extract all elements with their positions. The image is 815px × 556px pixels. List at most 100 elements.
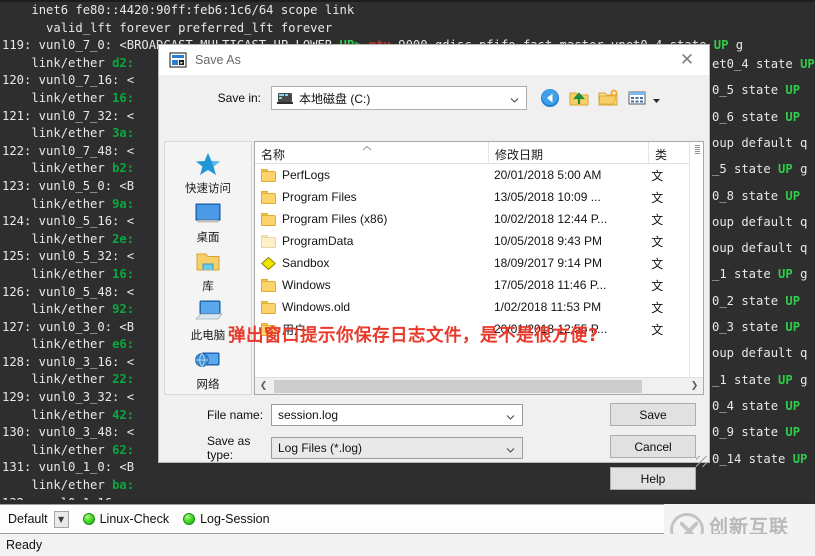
dialog-toolbar	[539, 87, 661, 109]
sandbox-folder-icon	[261, 256, 276, 270]
status-bar: Ready	[0, 534, 815, 556]
column-header-date[interactable]: 修改日期	[489, 142, 649, 163]
file-name-cell: Program Files	[255, 190, 488, 204]
file-date-cell: 18/09/2017 9:14 PM	[493, 256, 603, 270]
chevron-down-icon[interactable]	[506, 444, 515, 453]
chevron-down-icon[interactable]	[506, 411, 515, 420]
scrollbar-track[interactable]	[272, 378, 686, 395]
file-list[interactable]: PerfLogs 20/01/2018 5:00 AM 文 Program Files…	[255, 164, 703, 375]
file-date-cell: 17/05/2018 11:46 P...	[493, 278, 607, 292]
save-in-combobox[interactable]: 本地磁盘 (C:)	[271, 86, 527, 110]
cancel-button[interactable]: Cancel	[610, 435, 696, 458]
dialog-titlebar[interactable]: Save As ✕	[159, 45, 709, 75]
file-list-row[interactable]: Sandbox 18/09/2017 9:14 PM 文	[255, 252, 703, 274]
terminal-line-fragment: oup default q	[712, 346, 808, 361]
profile-selector[interactable]: Default ▼	[8, 510, 69, 528]
file-name-input[interactable]: session.log	[271, 404, 523, 426]
place-library[interactable]: 库	[166, 246, 250, 295]
save-as-window-icon	[169, 51, 187, 68]
file-list-row[interactable]: Windows 17/05/2018 11:46 P... 文	[255, 274, 703, 296]
dialog-title: Save As	[195, 52, 241, 67]
file-list-row[interactable]: Windows.old 1/02/2018 11:53 PM 文	[255, 296, 703, 318]
file-list-panel: 名称 修改日期 类 PerfLogs 20/01/2018 5:00 AM 文 Pro…	[254, 141, 704, 395]
save-button[interactable]: Save	[610, 403, 696, 426]
resize-grip-icon[interactable]	[696, 456, 707, 467]
status-led-icon	[183, 513, 196, 525]
folder-icon	[261, 190, 276, 204]
scroll-left-icon[interactable]: ❮	[255, 378, 272, 395]
network-globe-icon	[192, 346, 224, 375]
chevron-down-icon[interactable]: ▼	[53, 510, 69, 528]
terminal-line: inet6 fe80::4420:90ff:feb6:1c6/64 scope …	[31, 3, 355, 17]
new-folder-icon[interactable]	[597, 87, 619, 109]
terminal-line-fragment: 0_14 state UP	[712, 451, 808, 466]
folder-icon	[261, 212, 276, 226]
grip-dots-icon	[695, 145, 700, 155]
file-name-cell: Sandbox	[255, 256, 488, 270]
button-label: Log-Session	[200, 512, 270, 526]
terminal-line-fragment: 0_8 state UP	[712, 188, 801, 203]
place-label: 快速访问	[185, 182, 231, 195]
place-quick-access[interactable]: 快速访问	[166, 148, 250, 197]
horizontal-scrollbar[interactable]: ❮ ❯	[255, 377, 703, 394]
terminal-line-fragment: 0_6 state UP	[712, 109, 801, 124]
up-folder-icon[interactable]	[568, 87, 590, 109]
file-list-row[interactable]: Program Files (x86) 10/02/2018 12:44 P...…	[255, 208, 703, 230]
button-log-session[interactable]: Log-Session	[183, 512, 270, 526]
save-as-type-label: Save as type:	[207, 434, 251, 462]
scroll-right-icon[interactable]: ❯	[686, 378, 703, 395]
status-text: Ready	[6, 538, 43, 552]
sort-ascending-icon	[362, 144, 372, 151]
dialog-body: Save in: 本地磁盘 (C:) 快速访问 桌面 库 此电脑 网络 名称 修…	[159, 81, 709, 490]
folder-icon	[261, 322, 276, 336]
save-as-type-select[interactable]: Log Files (*.log)	[271, 437, 523, 459]
back-arrow-icon[interactable]	[539, 87, 561, 109]
folder-icon	[261, 168, 276, 182]
terminal-line-fragment: et0_4 state UP g	[712, 57, 815, 71]
hard-drive-icon	[277, 91, 294, 105]
place-label: 网络	[196, 378, 220, 391]
place-label: 桌面	[196, 231, 220, 244]
file-name-label: File name:	[207, 408, 264, 422]
help-button[interactable]: Help	[610, 467, 696, 490]
terminal-line-fragment: oup default q	[712, 135, 808, 150]
file-name-text: PerfLogs	[282, 168, 331, 182]
views-chevron-down-icon[interactable]	[652, 94, 661, 103]
terminal-line: valid_lft forever preferred_lft forever	[46, 20, 333, 35]
quick-access-star-icon	[192, 150, 224, 179]
chevron-down-icon	[510, 94, 519, 103]
file-name-text: 用户	[282, 322, 307, 337]
file-name-text: Windows	[282, 278, 331, 292]
this-pc-icon	[192, 297, 224, 326]
file-name-text: Program Files	[282, 190, 357, 204]
place-desktop[interactable]: 桌面	[166, 197, 250, 246]
screen-root: inet6 fe80::4420:90ff:feb6:1c6/64 scope …	[0, 0, 815, 556]
file-name-value: session.log	[278, 408, 339, 422]
terminal-line-fragment: 0_3 state UP	[712, 320, 801, 334]
terminal-line-fragment: oup default q	[712, 214, 808, 229]
file-date-cell: 20/01/2018 12:55 P...	[493, 322, 608, 336]
place-this-pc[interactable]: 此电脑	[166, 295, 250, 344]
file-list-row[interactable]: 用户 20/01/2018 12:55 P... 文	[255, 318, 703, 340]
save-in-row: Save in: 本地磁盘 (C:)	[159, 81, 709, 115]
dialog-form: File name: session.log Save as type: Log…	[159, 403, 709, 490]
file-name-text: Program Files (x86)	[282, 212, 388, 226]
file-list-row[interactable]: PerfLogs 20/01/2018 5:00 AM 文	[255, 164, 703, 186]
close-icon[interactable]: ✕	[665, 45, 709, 75]
file-list-row[interactable]: Program Files 13/05/2018 10:09 ... 文	[255, 186, 703, 208]
button-linux-check[interactable]: Linux-Check	[82, 512, 169, 526]
file-name-cell: Program Files (x86)	[255, 212, 488, 226]
file-name-text: ProgramData	[282, 234, 354, 248]
scrollbar-thumb[interactable]	[274, 379, 642, 393]
views-grid-icon[interactable]	[626, 87, 648, 109]
save-as-dialog: Save As ✕ Save in: 本地磁盘 (C:) 快速访问 桌面 库 此…	[158, 44, 710, 490]
file-date-cell: 1/02/2018 11:53 PM	[493, 300, 602, 314]
file-name-cell: ProgramData	[255, 234, 488, 248]
place-label: 此电脑	[190, 329, 226, 342]
places-sidebar: 快速访问 桌面 库 此电脑 网络	[164, 141, 252, 395]
terminal-line-fragment: oup default q	[712, 241, 808, 256]
column-header-name[interactable]: 名称	[255, 142, 489, 163]
profile-label: Default	[8, 512, 48, 526]
place-network[interactable]: 网络	[166, 344, 250, 393]
file-list-row[interactable]: ProgramData 10/05/2018 9:43 PM 文	[255, 230, 703, 252]
